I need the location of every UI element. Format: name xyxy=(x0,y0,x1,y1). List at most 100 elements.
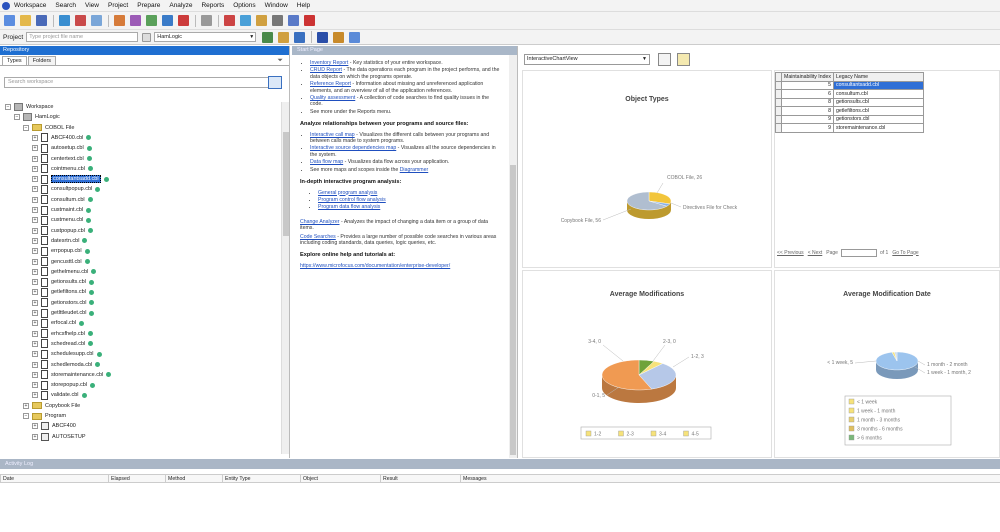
log-column-header[interactable]: Object xyxy=(300,475,380,483)
callmap-icon[interactable] xyxy=(240,15,251,26)
expand-icon[interactable]: + xyxy=(32,186,38,193)
tree-item[interactable]: + storemaintenance.cbl xyxy=(32,370,112,380)
paste-icon[interactable] xyxy=(162,15,173,26)
new-workspace-icon[interactable] xyxy=(4,15,15,26)
menu-workspace[interactable]: Workspace xyxy=(14,2,46,9)
tree-item[interactable]: + ABCF400 xyxy=(32,421,76,431)
table-row[interactable]: 9 storemaintenance.cbl xyxy=(775,123,925,133)
project-icon-2[interactable] xyxy=(278,31,290,43)
diagram-icon[interactable] xyxy=(256,15,267,26)
pager-previous-link[interactable]: << Previous xyxy=(777,250,804,256)
tree-item[interactable]: − HamLogic xyxy=(14,112,60,122)
log-column-header[interactable]: Result xyxy=(380,475,460,483)
expand-icon[interactable]: + xyxy=(32,310,38,316)
tree-item[interactable]: + autosetup.cbl xyxy=(32,143,92,153)
expand-icon[interactable]: + xyxy=(32,330,38,337)
save-icon[interactable] xyxy=(36,15,47,26)
query-icon[interactable] xyxy=(224,15,235,26)
tree-item[interactable]: + schedread.cbl xyxy=(32,339,94,349)
column-header[interactable]: Legacy Name xyxy=(833,72,925,82)
tree-item[interactable]: + errpopup.cbl xyxy=(32,246,90,256)
expand-icon[interactable]: + xyxy=(32,289,38,296)
chart-settings-icon[interactable] xyxy=(677,53,690,66)
menu-search[interactable]: Search xyxy=(55,2,76,9)
expand-icon[interactable]: + xyxy=(32,165,38,172)
chart-view-select[interactable]: InteractiveChartView ▼ xyxy=(524,54,650,65)
menu-options[interactable]: Options xyxy=(233,2,255,9)
expand-icon[interactable]: + xyxy=(32,279,38,286)
link[interactable]: Reference Report xyxy=(310,81,351,87)
project-select[interactable]: HamLogic ▼ xyxy=(154,32,257,42)
link[interactable]: Data flow map xyxy=(310,159,343,165)
table-row[interactable]: 5 consultantsadd.cbl xyxy=(775,80,925,90)
expand-icon[interactable]: + xyxy=(32,134,38,141)
tree-item[interactable]: + custmenu.cbl xyxy=(32,215,92,225)
link[interactable]: CRUD Report xyxy=(310,67,342,73)
expand-icon[interactable]: + xyxy=(32,423,38,430)
expand-icon[interactable]: + xyxy=(32,258,38,265)
tree-item[interactable]: + consultpopup.cbl xyxy=(32,184,101,194)
expand-icon[interactable]: + xyxy=(32,433,38,440)
expand-icon[interactable]: + xyxy=(32,217,38,224)
tree-item[interactable]: + custmaint.cbl xyxy=(32,205,92,215)
collapse-icon[interactable]: − xyxy=(5,104,11,110)
expand-icon[interactable]: + xyxy=(32,351,38,358)
link[interactable]: Quality assessment xyxy=(310,95,355,101)
tree-item[interactable]: + consultantsadd.cbl xyxy=(32,174,109,184)
log-column-header[interactable]: Method xyxy=(165,475,222,483)
tree-item[interactable]: + gencusttl.cbl xyxy=(32,257,90,267)
expand-icon[interactable]: + xyxy=(32,382,38,389)
table-row[interactable]: 8 getionsults.cbl xyxy=(775,97,925,107)
tree-item[interactable]: + getlttleudet.cbl xyxy=(32,308,95,318)
log-column-header[interactable]: Entity Type xyxy=(222,475,300,483)
tree-item[interactable]: + getlefiltons.cbl xyxy=(32,287,94,297)
start-page-scrollbar[interactable] xyxy=(509,55,517,458)
tree-item[interactable]: + ABCF400.cbl xyxy=(32,133,92,143)
tree-item[interactable]: + getionsults.cbl xyxy=(32,277,94,287)
tree-item[interactable]: + cointmenu.cbl xyxy=(32,164,93,174)
tree-item[interactable]: + centertext.cbl xyxy=(32,154,92,164)
expand-icon[interactable]: + xyxy=(32,237,38,244)
collapse-icon[interactable]: − xyxy=(23,124,29,131)
link[interactable]: Program control flow analysis xyxy=(318,197,386,203)
tree-item[interactable]: − Workspace xyxy=(5,102,53,112)
menu-project[interactable]: Project xyxy=(108,2,128,9)
table-row[interactable]: 8 getlefiltons.cbl xyxy=(775,106,925,116)
expand-icon[interactable]: + xyxy=(32,320,38,327)
link[interactable]: Interactive call map xyxy=(310,132,355,138)
link[interactable]: Diagrammer xyxy=(400,167,429,173)
repository-scrollbar[interactable] xyxy=(281,102,289,454)
change-analyzer-link[interactable]: Change Analyzer xyxy=(300,219,340,225)
column-header[interactable]: Maintainability Index xyxy=(780,72,835,82)
link[interactable]: Program data flow analysis xyxy=(318,204,380,210)
expand-icon[interactable]: + xyxy=(32,392,38,399)
project-icon-5[interactable] xyxy=(333,31,345,43)
expand-icon[interactable]: + xyxy=(32,227,38,234)
expand-icon[interactable]: + xyxy=(23,402,29,409)
tree-item[interactable]: − COBOL File xyxy=(23,123,74,133)
pager-next-link[interactable]: < Next xyxy=(808,250,823,256)
filter-icon[interactable] xyxy=(142,32,152,42)
log-column-header[interactable]: Messages xyxy=(460,475,500,483)
workspace-search-input[interactable]: Search workspace xyxy=(4,77,271,88)
tab-folders[interactable]: Folders xyxy=(27,56,57,65)
tree-item[interactable]: + AUTOSETUP xyxy=(32,432,86,442)
menu-prepare[interactable]: Prepare xyxy=(137,2,160,9)
tools-icon[interactable] xyxy=(304,15,315,26)
link[interactable]: Interactive source dependencies map xyxy=(310,145,396,151)
expand-icon[interactable]: + xyxy=(32,340,38,347)
report-icon[interactable] xyxy=(272,15,283,26)
project-icon-3[interactable] xyxy=(294,31,306,43)
project-search-input[interactable]: Type project file name xyxy=(26,32,139,42)
tree-item[interactable]: + custpopup.cbl xyxy=(32,226,93,236)
menu-window[interactable]: Window xyxy=(265,2,288,9)
expand-icon[interactable]: + xyxy=(32,155,38,162)
log-column-header[interactable]: Date xyxy=(0,475,108,483)
collapse-icon[interactable]: − xyxy=(23,413,29,419)
project-icon-4[interactable] xyxy=(317,31,329,43)
expand-icon[interactable]: + xyxy=(32,248,38,255)
tree-item[interactable]: + erhcsfhelp.cbl xyxy=(32,329,93,339)
register-icon[interactable] xyxy=(59,15,70,26)
link[interactable]: General program analysis xyxy=(318,190,377,196)
tree-item[interactable]: + erfocal.cbl xyxy=(32,318,85,328)
